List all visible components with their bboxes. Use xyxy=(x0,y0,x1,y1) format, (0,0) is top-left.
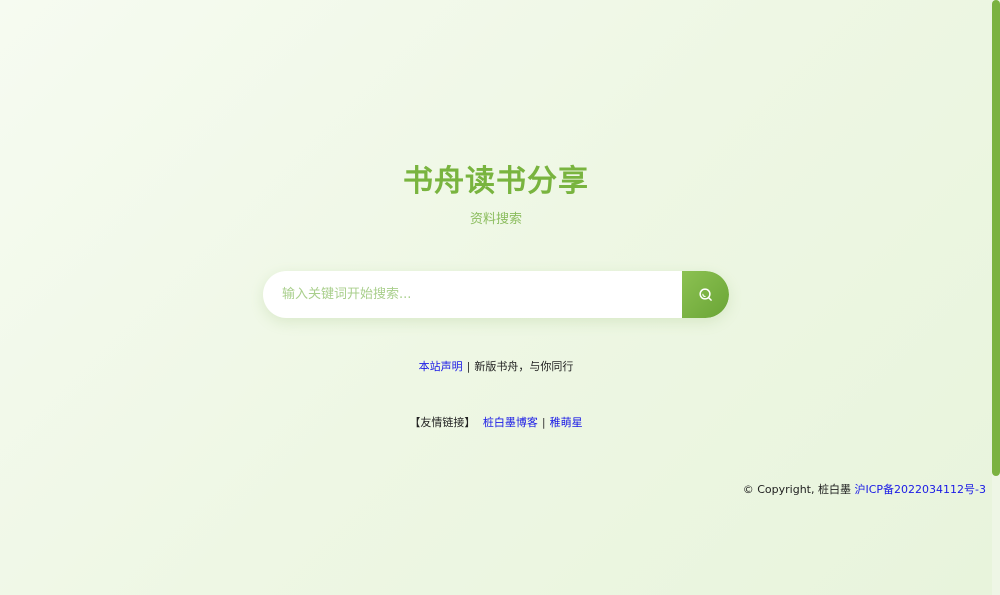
copyright-text: © Copyright, 桩白墨 xyxy=(742,483,851,496)
search-box xyxy=(263,271,729,318)
friend-links: 【友情链接】 桩白墨博客 | 稚萌星 xyxy=(0,415,992,431)
notice-line: 本站声明 | 新版书舟，与你同行 xyxy=(0,359,992,375)
notice-text: 新版书舟，与你同行 xyxy=(474,360,574,373)
footer: © Copyright, 桩白墨 沪ICP备2022034112号-3 xyxy=(743,482,986,498)
page-title: 书舟读书分享 xyxy=(403,164,589,199)
search-button[interactable] xyxy=(682,271,729,318)
scrollbar-track[interactable] xyxy=(992,0,1000,595)
notice-separator: | xyxy=(466,360,471,373)
icp-link[interactable]: 沪ICP备2022034112号-3 xyxy=(854,483,986,496)
search-icon xyxy=(698,287,713,302)
search-input[interactable] xyxy=(263,271,683,318)
friend-link-blog[interactable]: 桩白墨博客 xyxy=(483,416,538,429)
site-notice-link[interactable]: 本站声明 xyxy=(419,360,463,373)
friend-links-separator: | xyxy=(541,416,546,429)
friend-links-label: 【友情链接】 xyxy=(409,416,476,429)
scrollbar-thumb[interactable] xyxy=(992,0,1000,476)
friend-link-zhimengxing[interactable]: 稚萌星 xyxy=(550,416,583,429)
page-subtitle: 资料搜索 xyxy=(469,212,522,227)
